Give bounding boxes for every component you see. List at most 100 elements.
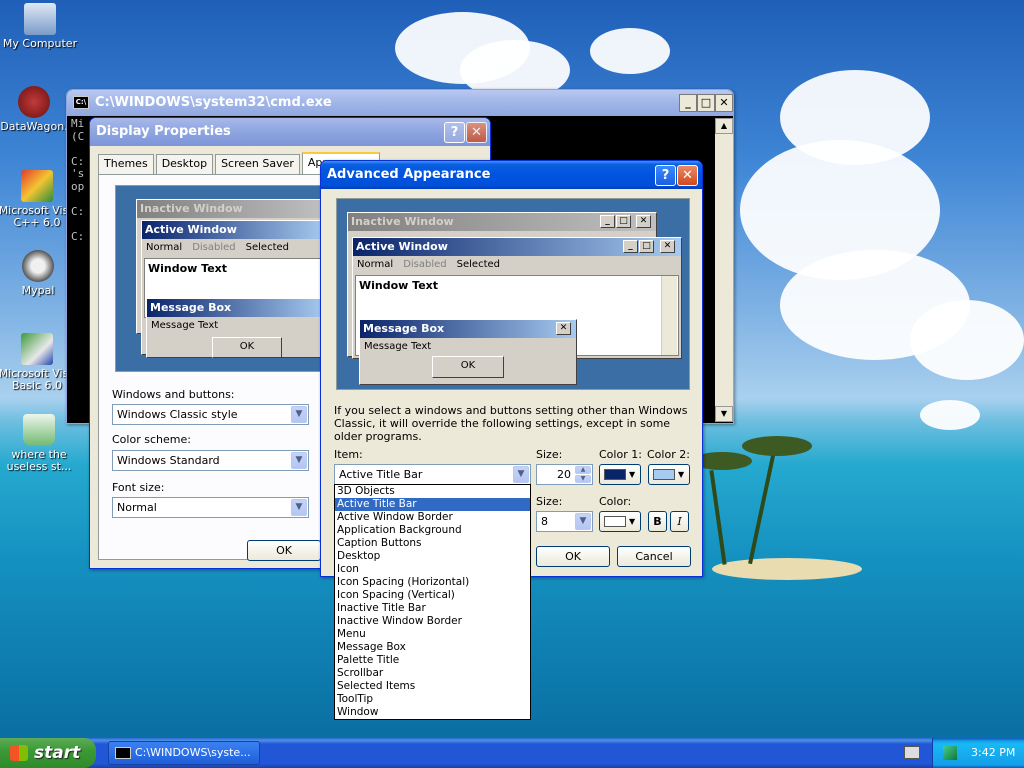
preview-inactive-title: Inactive Window _ □ ✕ xyxy=(348,213,656,231)
palm-tree xyxy=(748,450,776,565)
chevron-down-icon[interactable]: ▼ xyxy=(575,513,591,530)
dropdown-option[interactable]: Inactive Window Border xyxy=(335,615,530,628)
font-size-select[interactable]: 8 ▼ xyxy=(536,511,593,532)
network-icon[interactable] xyxy=(943,746,957,760)
cloud xyxy=(590,28,670,74)
help-button[interactable]: ? xyxy=(444,122,465,143)
my-computer-icon xyxy=(24,3,56,35)
taskbar-item-label: C:\WINDOWS\syste... xyxy=(135,746,251,759)
spin-down-icon[interactable]: ▼ xyxy=(575,475,591,483)
preview-ok-button: OK xyxy=(432,356,504,378)
desktop-icon-label: where the useless st... xyxy=(6,448,72,473)
dropdown-option[interactable]: Active Title Bar xyxy=(335,498,530,511)
ok-button[interactable]: OK xyxy=(536,546,610,567)
desktop-icon-label: DataWagon. xyxy=(0,120,68,133)
close-button[interactable]: ✕ xyxy=(677,165,698,186)
preview-menu: Normal Disabled Selected xyxy=(146,242,289,253)
recycle-bin-icon xyxy=(23,414,55,446)
window-title: Advanced Appearance xyxy=(327,167,491,182)
cancel-button[interactable]: Cancel xyxy=(617,546,691,567)
tab-desktop[interactable]: Desktop xyxy=(155,154,214,174)
close-button[interactable]: ✕ xyxy=(466,122,487,143)
desktop-icon-label: My Computer xyxy=(2,37,78,50)
cmd-output: Mi (C C:'s op C: C: xyxy=(71,117,85,243)
chevron-down-icon[interactable]: ▼ xyxy=(291,406,307,423)
ok-button[interactable]: OK xyxy=(247,540,321,561)
dropdown-option[interactable]: 3D Objects xyxy=(335,485,530,498)
close-icon: ✕ xyxy=(660,240,675,253)
dropdown-option[interactable]: Inactive Title Bar xyxy=(335,602,530,615)
advanced-preview: Inactive Window _ □ ✕ Active Window _ □ ✕ No… xyxy=(336,198,690,390)
chevron-down-icon[interactable]: ▼ xyxy=(291,499,307,516)
dropdown-option[interactable]: Application Background xyxy=(335,524,530,537)
color-scheme-select[interactable]: Windows Standard ▼ xyxy=(112,450,309,471)
tab-screen-saver[interactable]: Screen Saver xyxy=(215,154,300,174)
start-button[interactable]: start xyxy=(0,738,96,768)
advanced-appearance-titlebar[interactable]: Advanced Appearance ? ✕ xyxy=(321,161,702,189)
dropdown-option[interactable]: Icon xyxy=(335,563,530,576)
scroll-up-icon[interactable]: ▲ xyxy=(715,118,733,134)
cmd-titlebar[interactable]: C:\ C:\WINDOWS\system32\cmd.exe _ □ ✕ xyxy=(67,90,733,116)
help-button[interactable]: ? xyxy=(655,165,676,186)
windows-logo-icon xyxy=(10,745,28,761)
color1-picker[interactable]: ▼ xyxy=(599,464,641,485)
bold-button[interactable]: B xyxy=(648,511,667,532)
preview-message-text: Message Text xyxy=(151,320,219,331)
preview-menu: Normal Disabled Selected xyxy=(357,259,500,270)
desktop-icon-my-computer[interactable]: My Computer xyxy=(0,3,80,50)
chevron-down-icon[interactable]: ▼ xyxy=(513,466,529,483)
dropdown-option[interactable]: Icon Spacing (Vertical) xyxy=(335,589,530,602)
visual-cpp-icon xyxy=(21,170,53,202)
font-size-label: Font size: xyxy=(112,481,165,494)
dropdown-option[interactable]: Active Window Border xyxy=(335,511,530,524)
dropdown-option[interactable]: Desktop xyxy=(335,550,530,563)
dropdown-option[interactable]: Caption Buttons xyxy=(335,537,530,550)
chevron-down-icon: ▼ xyxy=(629,517,636,526)
island xyxy=(712,558,862,580)
cmd-scrollbar[interactable]: ▲ ▼ xyxy=(715,118,733,422)
chevron-down-icon[interactable]: ▼ xyxy=(291,452,307,469)
dropdown-option[interactable]: Scrollbar xyxy=(335,667,530,680)
italic-button[interactable]: I xyxy=(670,511,689,532)
windows-buttons-label: Windows and buttons: xyxy=(112,388,235,401)
dropdown-option[interactable]: ToolTip xyxy=(335,693,530,706)
cloud xyxy=(910,300,1024,380)
dropdown-option[interactable]: Menu xyxy=(335,628,530,641)
desktop-icon-datawagon[interactable]: DataWagon. xyxy=(0,86,74,133)
taskbar-item-cmd[interactable]: C:\WINDOWS\syste... xyxy=(108,741,260,765)
display-properties-titlebar[interactable]: Display Properties ? ✕ xyxy=(90,118,490,146)
close-button[interactable]: ✕ xyxy=(715,94,733,112)
color-swatch xyxy=(604,516,626,527)
close-icon: ✕ xyxy=(556,322,571,335)
palm-tree xyxy=(709,470,727,565)
window-title: Display Properties xyxy=(96,124,231,139)
preview-active-title: Active Window _ □ ✕ xyxy=(353,238,681,256)
size-spinner[interactable]: 20 ▲ ▼ xyxy=(536,464,593,485)
font-color-picker[interactable]: ▼ xyxy=(599,511,641,532)
scroll-down-icon[interactable]: ▼ xyxy=(715,406,733,422)
item-dropdown-list[interactable]: 3D Objects Active Title Bar Active Window … xyxy=(334,484,531,720)
windows-buttons-select[interactable]: Windows Classic style ▼ xyxy=(112,404,309,425)
color1-label: Color 1: xyxy=(599,448,642,461)
item-select[interactable]: Active Title Bar ▼ xyxy=(334,464,531,485)
minimize-button[interactable]: _ xyxy=(679,94,697,112)
dropdown-option[interactable]: Window xyxy=(335,706,530,719)
visual-basic-icon xyxy=(21,333,53,365)
clock[interactable]: 3:42 PM xyxy=(971,738,1015,768)
maximize-button[interactable]: □ xyxy=(697,94,715,112)
dropdown-option[interactable]: Selected Items xyxy=(335,680,530,693)
dropdown-option[interactable]: Message Box xyxy=(335,641,530,654)
palm-leaves xyxy=(742,436,812,456)
notice-text: If you select a windows and buttons sett… xyxy=(334,404,688,443)
tab-themes[interactable]: Themes xyxy=(98,154,154,174)
font-size-select[interactable]: Normal ▼ xyxy=(112,497,309,518)
color2-label: Color 2: xyxy=(647,448,690,461)
preview-message-box: Message Box Message Text OK xyxy=(146,298,326,358)
minimize-icon: _ xyxy=(623,240,638,253)
dropdown-option[interactable]: Palette Title xyxy=(335,654,530,667)
color2-picker[interactable]: ▼ xyxy=(648,464,690,485)
dropdown-option[interactable]: Icon Spacing (Horizontal) xyxy=(335,576,530,589)
keyboard-icon[interactable] xyxy=(904,746,920,759)
spin-up-icon[interactable]: ▲ xyxy=(575,466,591,474)
preview-inactive-title: Inactive Window xyxy=(137,200,325,218)
